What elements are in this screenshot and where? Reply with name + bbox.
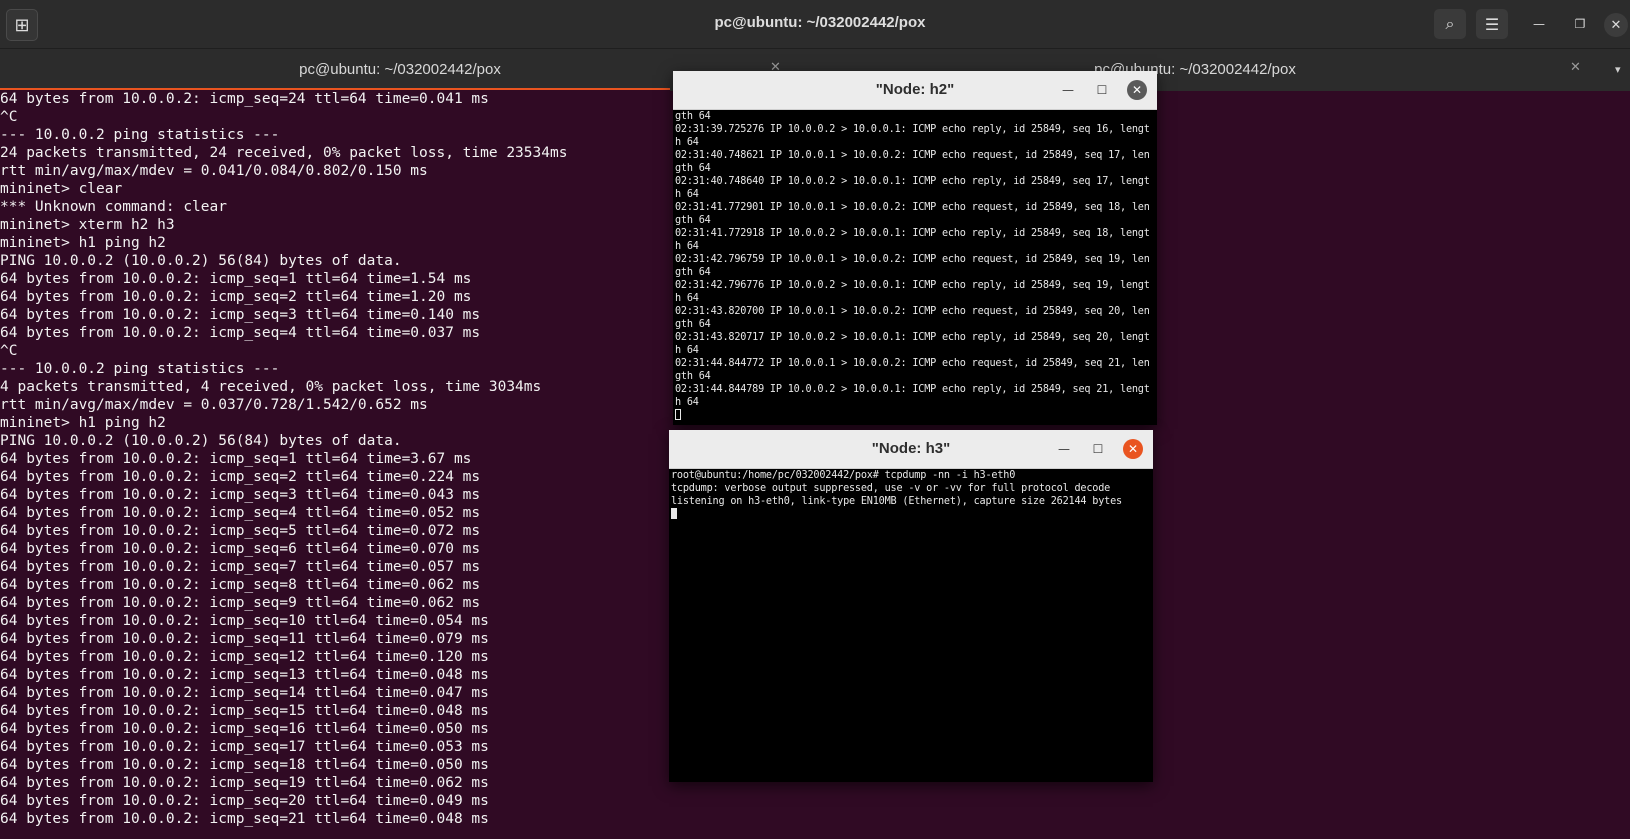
terminal-line: 64 bytes from 10.0.0.2: icmp_seq=4 ttl=6… [0,325,481,341]
terminal-line: 64 bytes from 10.0.0.2: icmp_seq=13 ttl=… [0,667,489,683]
node-h3-window[interactable]: "Node: h3" — ☐ ✕ root@ubuntu:/home/pc/03… [669,430,1153,782]
node-h2-line: h 64 [675,137,699,148]
terminal-line: ^C [0,109,18,125]
node-h2-cursor [675,409,681,420]
terminal-line: *** Unknown command: clear [0,199,227,215]
node-h3-terminal[interactable]: root@ubuntu:/home/pc/032002442/pox# tcpd… [671,469,1151,782]
terminal-line: 64 bytes from 10.0.0.2: icmp_seq=9 ttl=6… [0,595,481,611]
terminal-lines: 64 bytes from 10.0.0.2: icmp_seq=24 ttl=… [0,90,670,828]
terminal-line: 64 bytes from 10.0.0.2: icmp_seq=10 ttl=… [0,613,489,629]
terminal-line: 64 bytes from 10.0.0.2: icmp_seq=17 ttl=… [0,739,489,755]
node-h3-maximize-icon[interactable]: ☐ [1089,440,1107,458]
terminal-line: 64 bytes from 10.0.0.2: icmp_seq=14 ttl=… [0,685,489,701]
node-h2-terminal[interactable]: gth 64 02:31:39.725276 IP 10.0.0.2 > 10.0… [675,110,1155,425]
terminal-line: --- 10.0.0.2 ping statistics --- [0,361,280,377]
terminal-line: 64 bytes from 10.0.0.2: icmp_seq=1 ttl=6… [0,451,472,467]
terminal-line: 64 bytes from 10.0.0.2: icmp_seq=5 ttl=6… [0,523,481,539]
node-h2-line: 02:31:42.796759 IP 10.0.0.1 > 10.0.0.2: … [675,254,1150,265]
node-h3-close-icon[interactable]: ✕ [1123,439,1143,459]
terminal-line: 24 packets transmitted, 24 received, 0% … [0,145,568,161]
node-h2-line: h 64 [675,189,699,200]
terminal-line: 64 bytes from 10.0.0.2: icmp_seq=6 ttl=6… [0,541,481,557]
node-h3-line: tcpdump: verbose output suppressed, use … [671,483,1111,494]
terminal-line: 64 bytes from 10.0.0.2: icmp_seq=16 ttl=… [0,721,489,737]
terminal-line: --- 10.0.0.2 ping statistics --- [0,127,280,143]
terminal-line: mininet> xterm h2 h3 [0,217,175,233]
menu-icon[interactable]: ☰ [1476,9,1508,39]
search-icon[interactable]: ⌕ [1434,9,1466,39]
node-h3-line: root@ubuntu:/home/pc/032002442/pox# tcpd… [671,470,1016,481]
terminal-line: 64 bytes from 10.0.0.2: icmp_seq=18 ttl=… [0,757,489,773]
node-h2-line: 02:31:42.796776 IP 10.0.0.2 > 10.0.0.1: … [675,280,1150,291]
node-h2-line: h 64 [675,293,699,304]
terminal-line: mininet> h1 ping h2 [0,415,166,431]
tab-menu-chevron-down-icon[interactable]: ▾ [1615,63,1621,76]
node-h2-line: gth 64 [675,371,711,382]
node-h2-line: 02:31:41.772918 IP 10.0.0.2 > 10.0.0.1: … [675,228,1150,239]
node-h2-line: 02:31:39.725276 IP 10.0.0.2 > 10.0.0.1: … [675,124,1150,135]
terminal-line: 64 bytes from 10.0.0.2: icmp_seq=20 ttl=… [0,793,489,809]
terminal-line: 4 packets transmitted, 4 received, 0% pa… [0,379,542,395]
window-title: pc@ubuntu: ~/032002442/pox [714,14,926,31]
node-h2-minimize-icon[interactable]: — [1059,81,1077,99]
node-h2-line: 02:31:43.820700 IP 10.0.0.1 > 10.0.0.2: … [675,306,1150,317]
node-h3-cursor [671,508,677,519]
node-h3-title: "Node: h3" [871,440,951,457]
terminal-line: mininet> h1 ping h2 [0,235,166,251]
terminal-line: ^C [0,343,18,359]
close-window-icon[interactable]: ✕ [1604,13,1628,37]
node-h3-line: listening on h3-eth0, link-type EN10MB (… [671,496,1122,507]
terminal-line: 64 bytes from 10.0.0.2: icmp_seq=2 ttl=6… [0,289,472,305]
node-h2-titlebar[interactable]: "Node: h2" — ☐ ✕ [673,71,1157,110]
terminal-line: 64 bytes from 10.0.0.2: icmp_seq=24 ttl=… [0,91,489,107]
node-h2-line: h 64 [675,345,699,356]
node-h3-minimize-icon[interactable]: — [1055,440,1073,458]
header-bar: ⊞ pc@ubuntu: ~/032002442/pox ⌕ ☰ — ❐ ✕ [0,0,1630,48]
terminal-line: PING 10.0.0.2 (10.0.0.2) 56(84) bytes of… [0,433,402,449]
terminal-line: 64 bytes from 10.0.0.2: icmp_seq=21 ttl=… [0,811,489,827]
terminal-line: rtt min/avg/max/mdev = 0.041/0.084/0.802… [0,163,428,179]
node-h2-line: 02:31:43.820717 IP 10.0.0.2 > 10.0.0.1: … [675,332,1150,343]
minimize-icon[interactable]: — [1529,14,1549,34]
terminal-line: 64 bytes from 10.0.0.2: icmp_seq=8 ttl=6… [0,577,481,593]
restore-icon[interactable]: ❐ [1570,14,1590,34]
terminal-line: 64 bytes from 10.0.0.2: icmp_seq=1 ttl=6… [0,271,472,287]
terminal-line: mininet> clear [0,181,123,197]
node-h2-line: 02:31:40.748621 IP 10.0.0.1 > 10.0.0.2: … [675,150,1150,161]
terminal-line: 64 bytes from 10.0.0.2: icmp_seq=7 ttl=6… [0,559,481,575]
node-h2-window[interactable]: "Node: h2" — ☐ ✕ gth 64 02:31:39.725276 I… [673,71,1157,425]
node-h2-line: gth 64 [675,319,711,330]
node-h2-line: gth 64 [675,267,711,278]
tab-1[interactable]: pc@ubuntu: ~/032002442/pox ✕ [0,49,790,91]
node-h2-line: h 64 [675,397,699,408]
terminal-line: 64 bytes from 10.0.0.2: icmp_seq=15 ttl=… [0,703,489,719]
terminal-line: rtt min/avg/max/mdev = 0.037/0.728/1.542… [0,397,428,413]
terminal-line: 64 bytes from 10.0.0.2: icmp_seq=3 ttl=6… [0,487,481,503]
terminal-line: PING 10.0.0.2 (10.0.0.2) 56(84) bytes of… [0,253,402,269]
tab-2-close-icon[interactable]: ✕ [1570,60,1581,75]
terminal-output[interactable]: 64 bytes from 10.0.0.2: icmp_seq=24 ttl=… [0,90,670,839]
terminal-line: 64 bytes from 10.0.0.2: icmp_seq=2 ttl=6… [0,469,481,485]
node-h2-line: gth 64 [675,111,711,122]
node-h2-line: h 64 [675,241,699,252]
terminal-line: 64 bytes from 10.0.0.2: icmp_seq=4 ttl=6… [0,505,481,521]
terminal-line: 64 bytes from 10.0.0.2: icmp_seq=19 ttl=… [0,775,489,791]
terminal-line: 64 bytes from 10.0.0.2: icmp_seq=11 ttl=… [0,631,489,647]
terminal-line: 64 bytes from 10.0.0.2: icmp_seq=3 ttl=6… [0,307,481,323]
node-h2-line: gth 64 [675,215,711,226]
terminal-line: 64 bytes from 10.0.0.2: icmp_seq=12 ttl=… [0,649,489,665]
node-h2-line: 02:31:41.772901 IP 10.0.0.1 > 10.0.0.2: … [675,202,1150,213]
node-h2-line: gth 64 [675,163,711,174]
node-h2-maximize-icon[interactable]: ☐ [1093,81,1111,99]
node-h2-line: 02:31:44.844772 IP 10.0.0.1 > 10.0.0.2: … [675,358,1150,369]
node-h2-line: 02:31:40.748640 IP 10.0.0.2 > 10.0.0.1: … [675,176,1150,187]
node-h2-close-icon[interactable]: ✕ [1127,80,1147,100]
node-h2-line: 02:31:44.844789 IP 10.0.0.2 > 10.0.0.1: … [675,384,1150,395]
node-h2-title: "Node: h2" [875,81,955,98]
node-h3-titlebar[interactable]: "Node: h3" — ☐ ✕ [669,430,1153,469]
